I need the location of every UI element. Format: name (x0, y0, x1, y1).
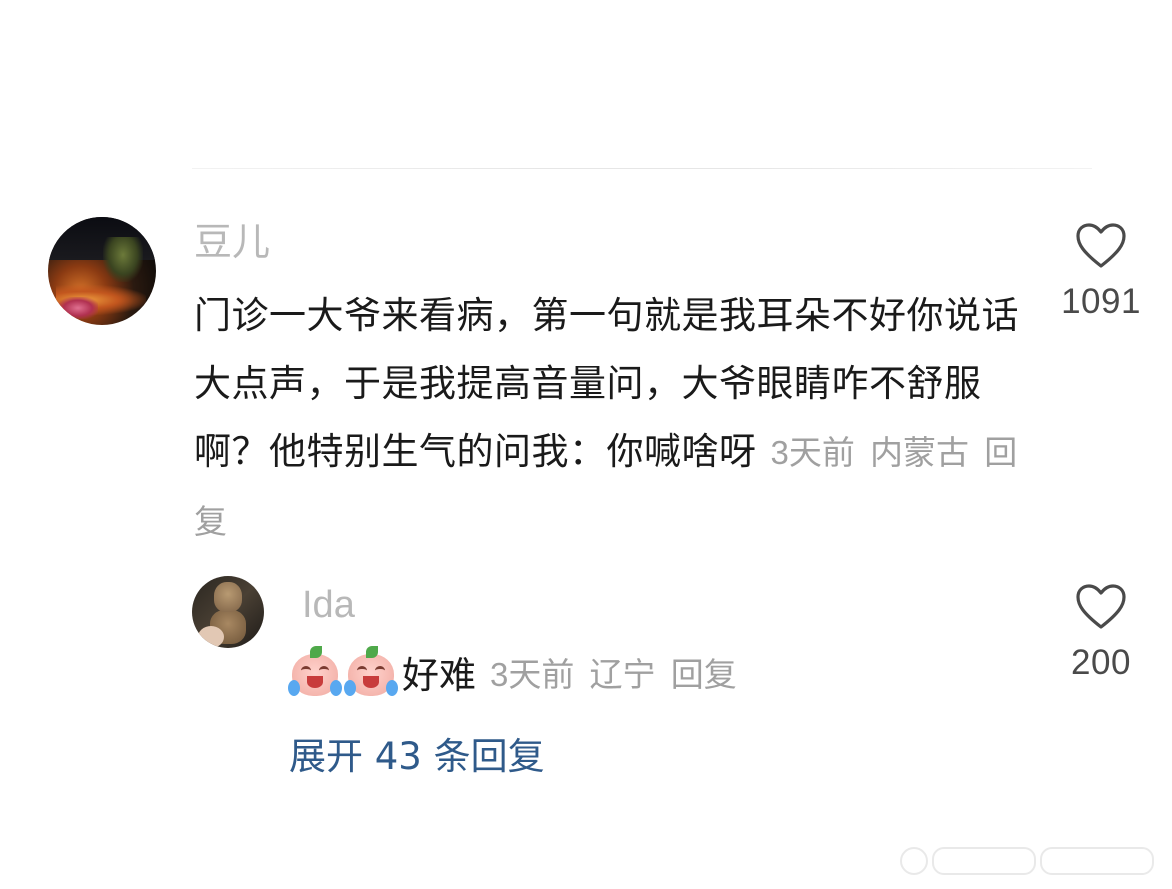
reply-body: 好难 3天前 辽宁 回复 (288, 640, 737, 704)
reply-time: 3天前 (490, 656, 575, 693)
comment-username[interactable]: 豆儿 (194, 221, 270, 265)
reply-like-count: 200 (1071, 643, 1131, 682)
reply-text: 好难 (402, 654, 476, 697)
watermark (900, 846, 1162, 876)
comment-like-button[interactable]: 1091 (1041, 222, 1161, 322)
comment-body: 门诊一大爷来看病，第一句就是我耳朵不好你说话大点声，于是我提高音量问，大爷眼睛咋… (194, 282, 1024, 556)
section-divider (192, 168, 1092, 169)
comment-time: 3天前 (770, 434, 855, 471)
comment-location: 内蒙古 (870, 434, 970, 471)
heart-outline-icon (1076, 223, 1126, 268)
reply-reply-button[interactable]: 回复 (671, 656, 737, 693)
reply-username[interactable]: Ida (302, 583, 355, 627)
comment-thread: 豆儿 门诊一大爷来看病，第一句就是我耳朵不好你说话大点声，于是我提高音量问，大爷… (0, 0, 1172, 889)
reply-avatar[interactable] (192, 576, 264, 648)
crying-peach-emoji (344, 646, 398, 698)
expand-replies-link[interactable]: 展开 43 条回复 (289, 726, 545, 780)
reply-meta: 3天前 辽宁 回复 (476, 648, 737, 696)
comment-like-count: 1091 (1061, 282, 1141, 321)
reply-location: 辽宁 (589, 656, 656, 693)
crying-peach-emoji (288, 646, 342, 698)
avatar[interactable] (48, 217, 156, 325)
heart-outline-icon (1076, 584, 1126, 629)
reply-like-button[interactable]: 200 (1041, 583, 1161, 683)
